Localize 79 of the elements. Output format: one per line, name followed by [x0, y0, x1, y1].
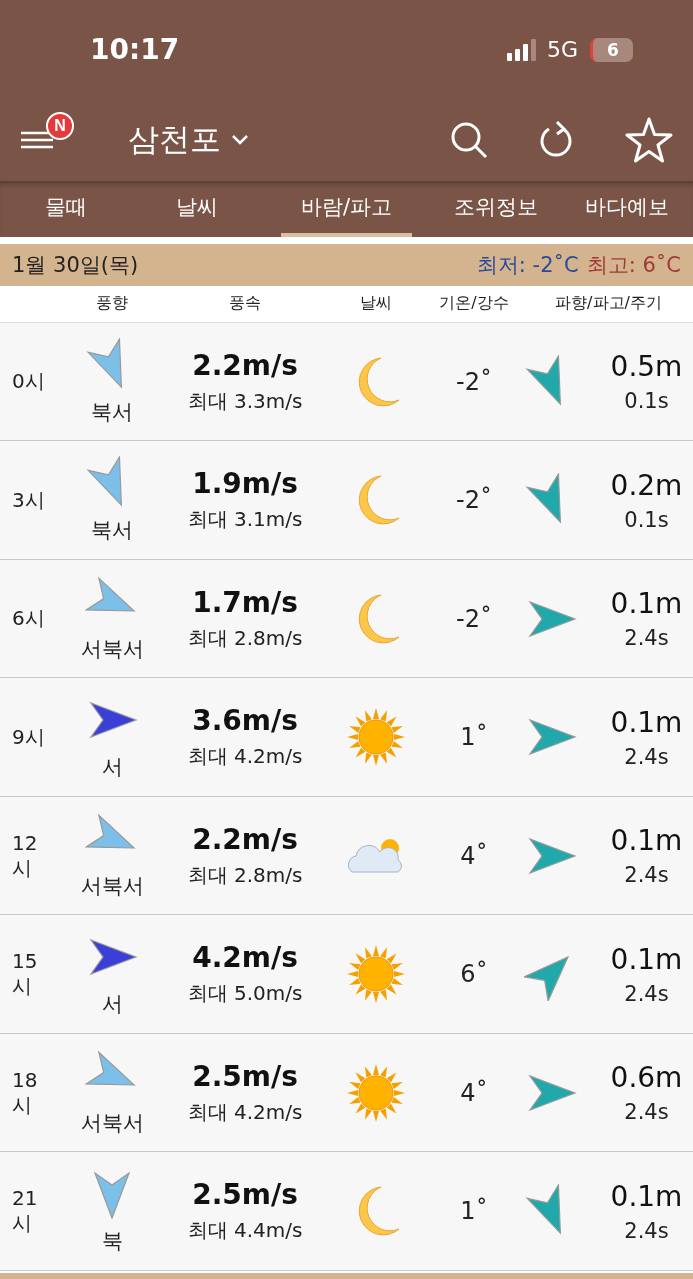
- notification-badge: N: [46, 112, 74, 141]
- wave-height: 0.5m: [610, 350, 683, 383]
- battery-level: 6: [590, 37, 633, 62]
- column-header: 파향/파고/주기: [554, 293, 663, 315]
- wave-period: 2.4s: [624, 626, 669, 651]
- wave-period: 2.4s: [624, 744, 669, 769]
- wave-height: 0.6m: [610, 1061, 683, 1095]
- wind-direction: 북: [101, 1228, 123, 1256]
- max-wind-speed: 최대 5.0m/s: [187, 980, 303, 1008]
- wind-direction: 서: [101, 991, 123, 1019]
- temperature: -2˚: [455, 486, 493, 515]
- max-wind-speed: 최대 4.2m/s: [187, 743, 303, 771]
- wind-direction: 북서: [91, 398, 133, 426]
- wind-direction: 서북서: [80, 872, 144, 900]
- wave-height: 0.1m: [610, 942, 683, 976]
- time-cell-text: 15시: [12, 949, 39, 1000]
- wind-speed: 2.2m/s: [192, 822, 298, 856]
- time-cell-text: 18시: [12, 1067, 39, 1118]
- time-cell-text: 9시: [12, 724, 46, 750]
- wave-period: 2.4s: [624, 1100, 669, 1125]
- date-label: 1월 30일(목): [12, 251, 140, 279]
- wind-direction: 북서: [91, 517, 133, 545]
- search-button[interactable]: [449, 120, 489, 161]
- max-wind-speed: 최대 4.4m/s: [187, 1217, 303, 1245]
- tab[interactable]: 바람/파고: [280, 181, 413, 238]
- temperature: 1˚: [459, 1197, 489, 1226]
- wave-period: 2.4s: [624, 981, 669, 1006]
- time-cell-text: 0시: [12, 369, 46, 394]
- wind-direction: 서: [101, 754, 123, 782]
- temperature: -2˚: [455, 367, 493, 396]
- time-cell-text: 12시: [12, 830, 39, 881]
- network-label: 5G: [546, 37, 578, 63]
- wind-speed: 2.5m/s: [192, 1059, 298, 1093]
- column-header: 날씨: [359, 293, 393, 315]
- low-temperature: 최저: -2˚C: [476, 251, 579, 279]
- column-header: 풍향: [95, 293, 129, 315]
- tab[interactable]: 날씨: [131, 181, 263, 238]
- column-header: 기온/강수: [438, 293, 510, 315]
- wind-direction: 서북서: [80, 635, 144, 663]
- wind-speed: 2.2m/s: [192, 348, 298, 382]
- location-dropdown[interactable]: 삼천포: [128, 119, 249, 162]
- wave-height: 0.1m: [610, 1179, 683, 1213]
- wind-speed: 1.7m/s: [192, 585, 298, 619]
- signal-icon: [506, 38, 537, 61]
- wave-height: 0.1m: [610, 705, 683, 739]
- max-wind-speed: 최대 2.8m/s: [187, 861, 303, 889]
- temperature: 1˚: [459, 723, 489, 752]
- column-header: 풍속: [228, 293, 262, 315]
- time-cell-text: 6시: [12, 606, 46, 632]
- wind-speed: 1.9m/s: [192, 467, 298, 501]
- favorite-button[interactable]: [625, 117, 673, 164]
- wave-height: 0.1m: [610, 587, 683, 621]
- wave-period: 0.1s: [624, 507, 669, 532]
- max-wind-speed: 최대 3.3m/s: [187, 387, 303, 415]
- wave-period: 2.4s: [624, 863, 669, 888]
- wave-period: 0.1s: [624, 389, 669, 413]
- menu-button[interactable]: N: [20, 112, 76, 169]
- wind-speed: 3.6m/s: [192, 704, 298, 738]
- chevron-down-icon: [231, 134, 249, 147]
- tab[interactable]: 조위정보: [430, 181, 562, 238]
- wave-height: 0.1m: [610, 824, 683, 858]
- max-wind-speed: 최대 4.2m/s: [187, 1098, 303, 1126]
- time-cell-text: 21시: [12, 1186, 39, 1237]
- wave-period: 2.4s: [624, 1218, 669, 1243]
- wind-direction: 서북서: [80, 1109, 144, 1137]
- wave-height: 0.2m: [610, 468, 683, 502]
- high-temperature: 최고: 6˚C: [586, 251, 681, 279]
- wind-speed: 2.5m/s: [192, 1178, 298, 1212]
- time-cell-text: 3시: [12, 487, 46, 513]
- max-wind-speed: 최대 3.1m/s: [187, 506, 303, 534]
- tab[interactable]: 물때: [0, 181, 132, 238]
- temperature: -2˚: [455, 604, 493, 633]
- max-wind-speed: 최대 2.8m/s: [187, 624, 303, 652]
- temperature: 6˚: [459, 960, 489, 989]
- temperature: 4˚: [459, 1078, 489, 1107]
- tab[interactable]: 바다예보: [561, 181, 693, 238]
- wind-speed: 4.2m/s: [192, 941, 298, 975]
- status-time: 10:17: [90, 33, 181, 67]
- temperature: 4˚: [459, 841, 489, 870]
